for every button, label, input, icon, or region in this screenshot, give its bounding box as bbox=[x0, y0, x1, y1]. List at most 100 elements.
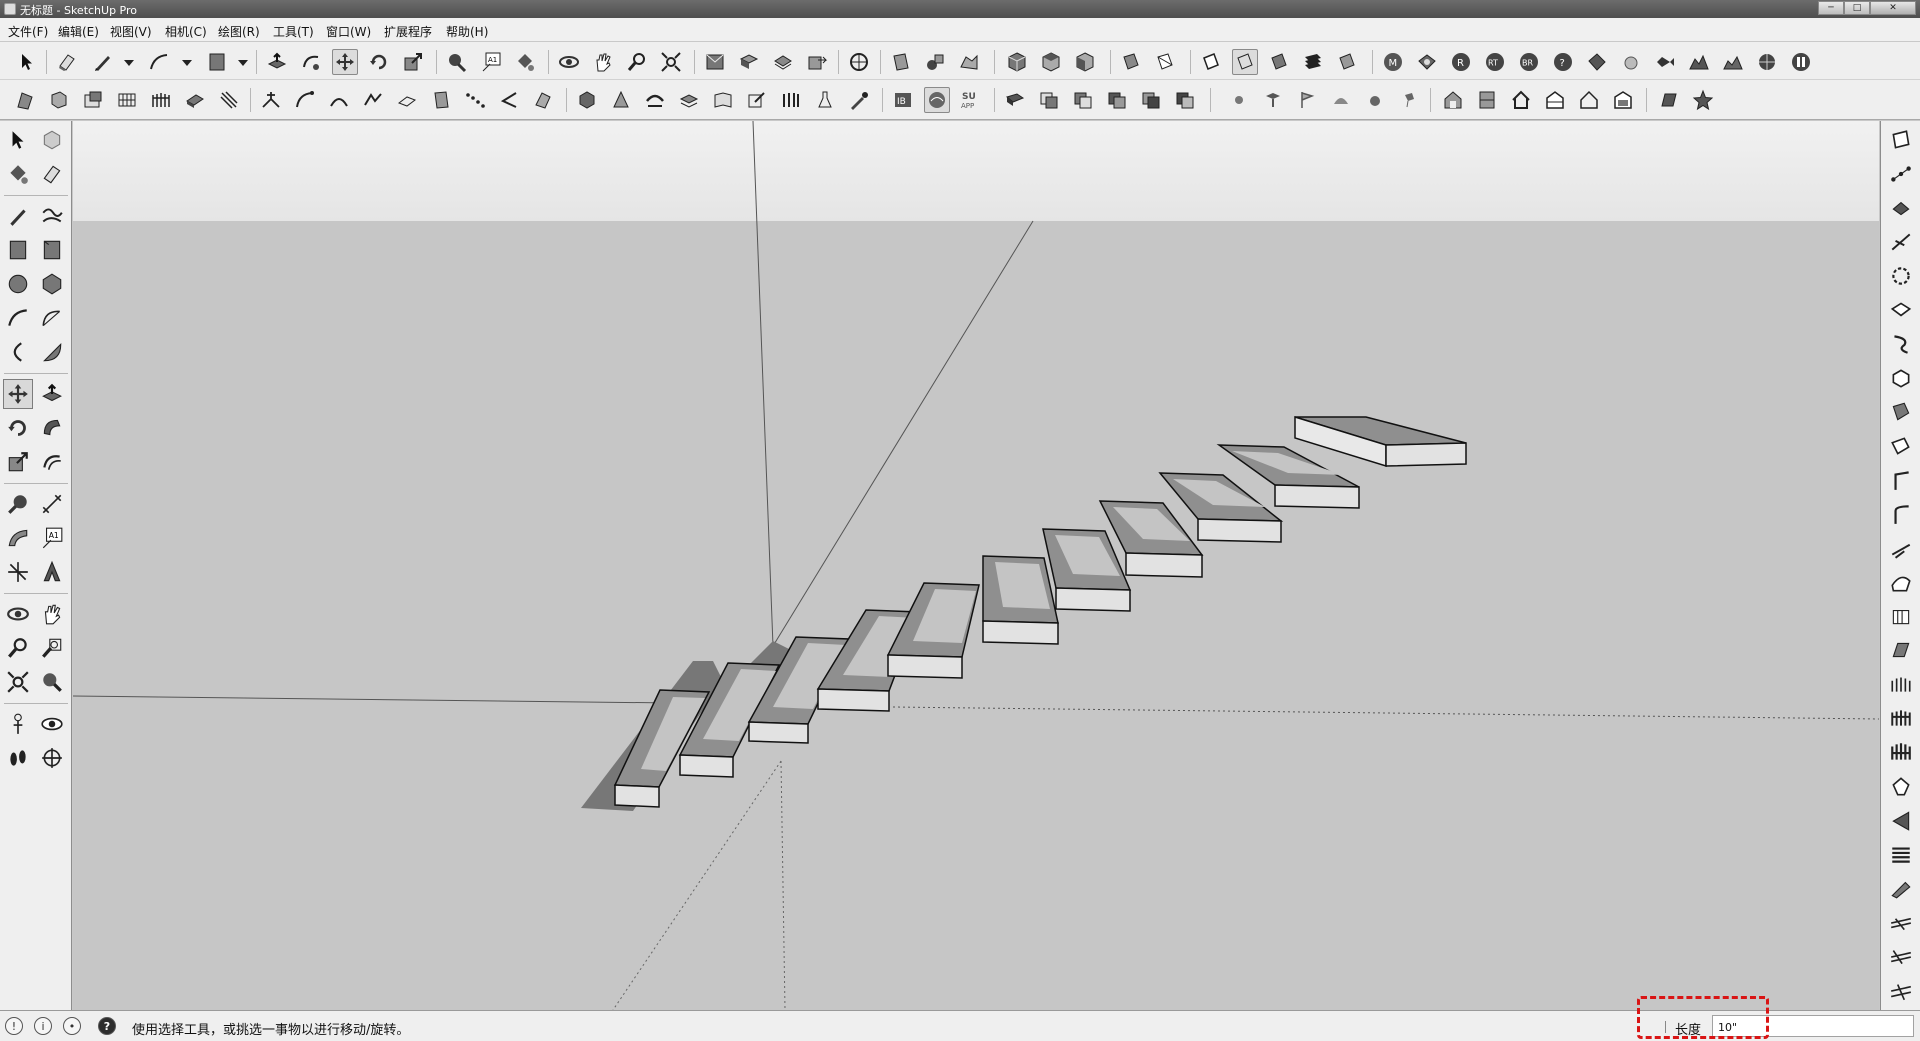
pie-tool-icon[interactable] bbox=[37, 337, 67, 367]
iso-view-icon[interactable] bbox=[1004, 49, 1030, 75]
subtract-icon[interactable] bbox=[80, 87, 106, 113]
polygon-tool-icon[interactable] bbox=[37, 269, 67, 299]
right-tool-12-icon[interactable] bbox=[1886, 499, 1916, 529]
flag-icon[interactable] bbox=[1294, 87, 1320, 113]
arc-icon[interactable] bbox=[146, 49, 172, 75]
push-pull-tool-icon[interactable] bbox=[37, 379, 67, 409]
text-tool-icon[interactable]: A1 bbox=[37, 523, 67, 553]
dotted-path-icon[interactable] bbox=[462, 87, 488, 113]
select-arrow-icon[interactable] bbox=[14, 49, 40, 75]
right-tool-1-icon[interactable] bbox=[1886, 125, 1916, 155]
plugin-tag-icon[interactable] bbox=[1584, 49, 1610, 75]
house-outline-icon[interactable] bbox=[1576, 87, 1602, 113]
instructor-help-icon[interactable]: ? bbox=[98, 1017, 116, 1035]
stair-step-6[interactable] bbox=[982, 555, 1059, 645]
share-model-icon[interactable] bbox=[770, 49, 796, 75]
layer-f-icon[interactable] bbox=[1172, 87, 1198, 113]
stripes-icon[interactable] bbox=[216, 87, 242, 113]
right-tool-26-icon[interactable] bbox=[1886, 975, 1916, 1005]
flask-icon[interactable] bbox=[812, 87, 838, 113]
weld-icon[interactable] bbox=[360, 87, 386, 113]
star-icon[interactable] bbox=[1690, 87, 1716, 113]
warehouse-3d-icon[interactable] bbox=[702, 49, 728, 75]
user-account-icon[interactable]: • bbox=[63, 1017, 81, 1035]
menu-file[interactable]: 文件(F) bbox=[8, 23, 48, 40]
line-tool-icon[interactable] bbox=[3, 201, 33, 231]
dome-icon[interactable] bbox=[1328, 87, 1354, 113]
layer-d-icon[interactable] bbox=[1104, 87, 1130, 113]
offset-tool-icon[interactable] bbox=[37, 447, 67, 477]
right-tool-3-icon[interactable] bbox=[1886, 193, 1916, 223]
menu-edit[interactable]: 编辑(E) bbox=[58, 23, 99, 40]
orbit-icon[interactable] bbox=[556, 49, 582, 75]
xray-style-icon[interactable] bbox=[1118, 49, 1144, 75]
pencil-icon[interactable] bbox=[90, 49, 116, 75]
bezier-icon[interactable] bbox=[326, 87, 352, 113]
rectangle-tool-icon[interactable] bbox=[3, 235, 33, 265]
section-plane-tool-icon[interactable] bbox=[37, 743, 67, 773]
house-frame-icon[interactable] bbox=[1440, 87, 1466, 113]
layer-b-icon[interactable] bbox=[1036, 87, 1062, 113]
geo-location-status-icon[interactable]: ! bbox=[5, 1017, 23, 1035]
zoom-window-tool-icon[interactable] bbox=[37, 633, 67, 663]
right-tool-20-icon[interactable] bbox=[1886, 771, 1916, 801]
protractor-tool-icon[interactable] bbox=[3, 523, 33, 553]
arc-tool-icon[interactable] bbox=[3, 303, 33, 333]
plugin-br-icon[interactable]: BR bbox=[1516, 49, 1542, 75]
close-button[interactable]: ✕ bbox=[1870, 1, 1916, 15]
zoom-icon[interactable] bbox=[624, 49, 650, 75]
pan-hand-icon[interactable] bbox=[590, 49, 616, 75]
paint-bucket-icon[interactable] bbox=[512, 49, 538, 75]
right-tool-13-icon[interactable] bbox=[1886, 533, 1916, 563]
right-tool-6-icon[interactable] bbox=[1886, 295, 1916, 325]
two-point-arc-icon[interactable] bbox=[37, 303, 67, 333]
zoom-tool-icon[interactable] bbox=[3, 633, 33, 663]
arch-icon[interactable] bbox=[642, 87, 668, 113]
tape-measure-icon[interactable] bbox=[444, 49, 470, 75]
solid-tools-icon[interactable] bbox=[12, 87, 38, 113]
paint-bucket-tool-icon[interactable] bbox=[3, 159, 33, 189]
arc-dropdown-icon[interactable] bbox=[182, 60, 192, 66]
three-point-arc-icon[interactable] bbox=[3, 337, 33, 367]
make-component-icon[interactable] bbox=[37, 125, 67, 155]
layer-c-icon[interactable] bbox=[1070, 87, 1096, 113]
wall-panel-icon[interactable] bbox=[1474, 87, 1500, 113]
push-pull-icon[interactable] bbox=[264, 49, 290, 75]
right-tool-11-icon[interactable] bbox=[1886, 465, 1916, 495]
shape-dropdown-icon[interactable] bbox=[238, 60, 248, 66]
drape-icon[interactable] bbox=[428, 87, 454, 113]
scale-icon[interactable] bbox=[400, 49, 426, 75]
face-icon[interactable] bbox=[530, 87, 556, 113]
modeling-viewport[interactable] bbox=[73, 121, 1879, 1010]
top-view-icon[interactable] bbox=[1038, 49, 1064, 75]
dot-icon[interactable] bbox=[1226, 87, 1252, 113]
tape-measure-tool-icon[interactable] bbox=[3, 489, 33, 519]
eyedropper-icon[interactable] bbox=[846, 87, 872, 113]
front-view-icon[interactable] bbox=[1072, 49, 1098, 75]
dimension-tool-icon[interactable] bbox=[37, 489, 67, 519]
slab-icon[interactable] bbox=[182, 87, 208, 113]
right-tool-24-icon[interactable] bbox=[1886, 907, 1916, 937]
components-icon[interactable] bbox=[736, 49, 762, 75]
plugin-m-icon[interactable]: M bbox=[1380, 49, 1406, 75]
edit-icon[interactable] bbox=[744, 87, 770, 113]
ball-icon[interactable] bbox=[1362, 87, 1388, 113]
rotated-rectangle-icon[interactable] bbox=[37, 235, 67, 265]
lamp-icon[interactable] bbox=[1396, 87, 1422, 113]
right-tool-4-icon[interactable] bbox=[1886, 227, 1916, 257]
right-tool-7-icon[interactable] bbox=[1886, 329, 1916, 359]
plugin-help-icon[interactable]: ? bbox=[1550, 49, 1576, 75]
stack-icon[interactable] bbox=[676, 87, 702, 113]
home-icon[interactable] bbox=[1508, 87, 1534, 113]
menu-help[interactable]: 帮助(H) bbox=[446, 23, 488, 40]
monochrome-icon[interactable] bbox=[1300, 49, 1326, 75]
shaded-texture-icon[interactable] bbox=[1266, 49, 1292, 75]
right-tool-16-icon[interactable] bbox=[1886, 635, 1916, 665]
maximize-button[interactable]: □ bbox=[1844, 1, 1870, 15]
roof-icon[interactable] bbox=[1542, 87, 1568, 113]
extension-warehouse-icon[interactable] bbox=[804, 49, 830, 75]
position-camera-icon[interactable] bbox=[3, 709, 33, 739]
curve-edit-icon[interactable] bbox=[292, 87, 318, 113]
pyramid-icon[interactable] bbox=[608, 87, 634, 113]
menu-tools[interactable]: 工具(T) bbox=[273, 23, 314, 40]
